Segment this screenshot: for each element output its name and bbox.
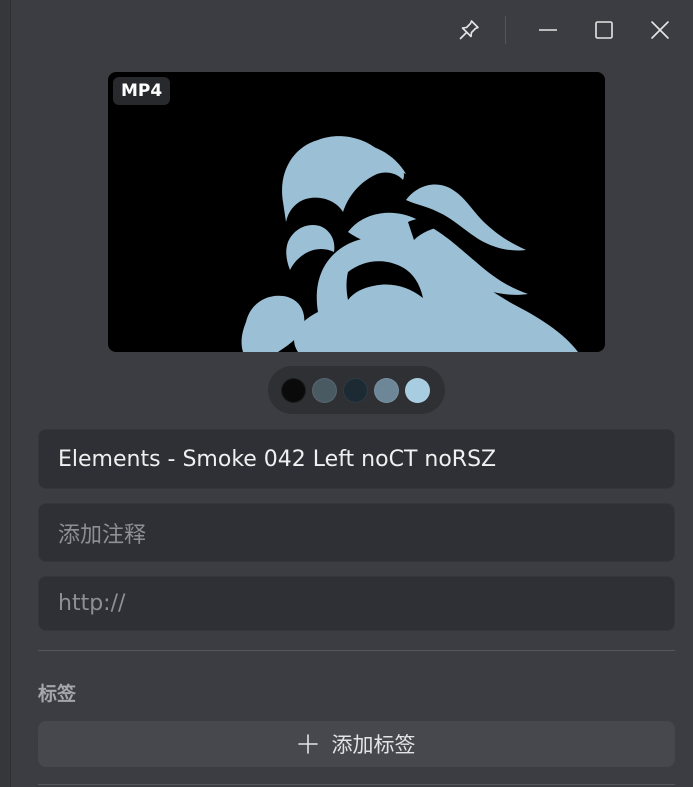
- close-icon: [651, 21, 669, 39]
- add-tag-button[interactable]: 添加标签: [38, 721, 675, 767]
- color-swatch[interactable]: [374, 377, 399, 403]
- tags-section-label: 标签: [38, 683, 77, 705]
- pin-button[interactable]: [451, 12, 487, 48]
- note-input[interactable]: 添加注释: [38, 503, 675, 562]
- name-input[interactable]: Elements - Smoke 042 Left noCT noRSZ: [38, 429, 675, 489]
- color-swatch[interactable]: [281, 377, 306, 403]
- plus-icon: [297, 734, 318, 754]
- maximize-icon: [595, 21, 613, 39]
- media-preview[interactable]: MP4: [108, 72, 605, 352]
- close-button[interactable]: [642, 12, 678, 48]
- url-input[interactable]: http://: [38, 576, 675, 631]
- maximize-button[interactable]: [586, 12, 622, 48]
- title-bar-separator: [505, 16, 506, 44]
- color-swatch[interactable]: [405, 377, 430, 403]
- section-divider: [38, 650, 675, 651]
- smoke-thumbnail: [241, 136, 578, 352]
- bottom-divider: [38, 784, 675, 785]
- format-badge: MP4: [113, 77, 171, 105]
- panel-edge: [0, 0, 11, 787]
- color-palette: [268, 366, 445, 414]
- add-tag-label: 添加标签: [331, 733, 416, 757]
- minimize-button[interactable]: [530, 12, 566, 48]
- minimize-icon: [539, 29, 557, 31]
- pin-icon: [459, 20, 479, 40]
- title-bar: [0, 0, 693, 62]
- color-swatch[interactable]: [343, 377, 368, 403]
- color-swatch[interactable]: [312, 377, 337, 403]
